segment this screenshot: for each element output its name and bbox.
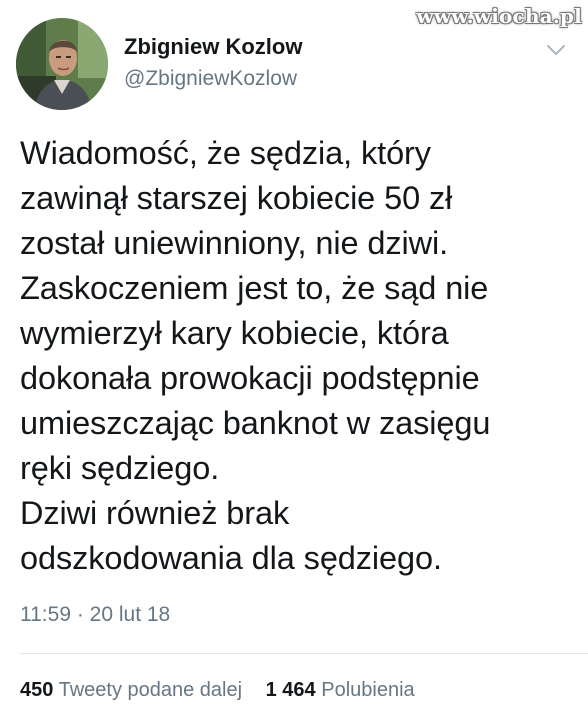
likes-stat[interactable]: 1 464 Polubienia [266, 675, 415, 705]
retweets-label: Tweety podane dalej [58, 679, 243, 701]
likes-count: 1 464 [265, 679, 316, 701]
chevron-down-icon[interactable] [544, 40, 568, 60]
divider [20, 653, 588, 654]
tweet-text: Wiadomość, że sędzia, który zawinął star… [20, 135, 491, 576]
likes-label: Polubienia [321, 679, 415, 701]
avatar-photo [16, 18, 108, 110]
retweets-stat[interactable]: 450 Tweety podane dalej [20, 675, 242, 705]
user-info: Zbigniew Kozlow @ZbigniewKozlow [124, 32, 302, 94]
display-name[interactable]: Zbigniew Kozlow [124, 32, 302, 62]
user-handle[interactable]: @ZbigniewKozlow [124, 64, 302, 94]
tweet-header: Zbigniew Kozlow @ZbigniewKozlow [16, 18, 576, 114]
tweet-stats: 450 Tweety podane dalej 1 464 Polubienia [20, 675, 415, 705]
retweets-count: 450 [20, 679, 54, 701]
avatar[interactable] [16, 18, 108, 110]
tweet-timestamp[interactable]: 11:59 · 20 lut 18 [20, 600, 170, 630]
